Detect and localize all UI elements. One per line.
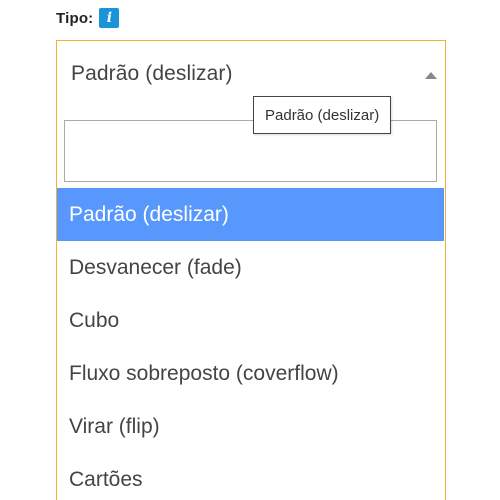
type-select-value: Padrão (deslizar) (71, 62, 233, 85)
dropdown-option-coverflow[interactable]: Fluxo sobreposto (coverflow) (57, 347, 444, 400)
dropdown-option-padrao[interactable]: Padrão (deslizar) (57, 188, 444, 241)
chevron-up-icon[interactable] (425, 72, 437, 79)
type-dropdown: Padrão (deslizar) Desvanecer (fade) Cubo… (56, 108, 446, 500)
dropdown-options-list: Padrão (deslizar) Desvanecer (fade) Cubo… (57, 188, 444, 500)
type-field-label: Tipo: (56, 9, 94, 27)
dropdown-option-cubo[interactable]: Cubo (57, 294, 444, 347)
type-field-container: Tipo: i Padrão (deslizar) Padrão (desliz… (0, 0, 500, 500)
type-field-label-row: Tipo: i (56, 6, 120, 30)
select-tooltip: Padrão (deslizar) (253, 96, 392, 134)
dropdown-option-flip[interactable]: Virar (flip) (57, 400, 444, 453)
info-icon[interactable]: i (99, 8, 120, 28)
dropdown-option-cartoes[interactable]: Cartões (57, 453, 444, 500)
dropdown-option-desvanecer[interactable]: Desvanecer (fade) (57, 241, 444, 294)
